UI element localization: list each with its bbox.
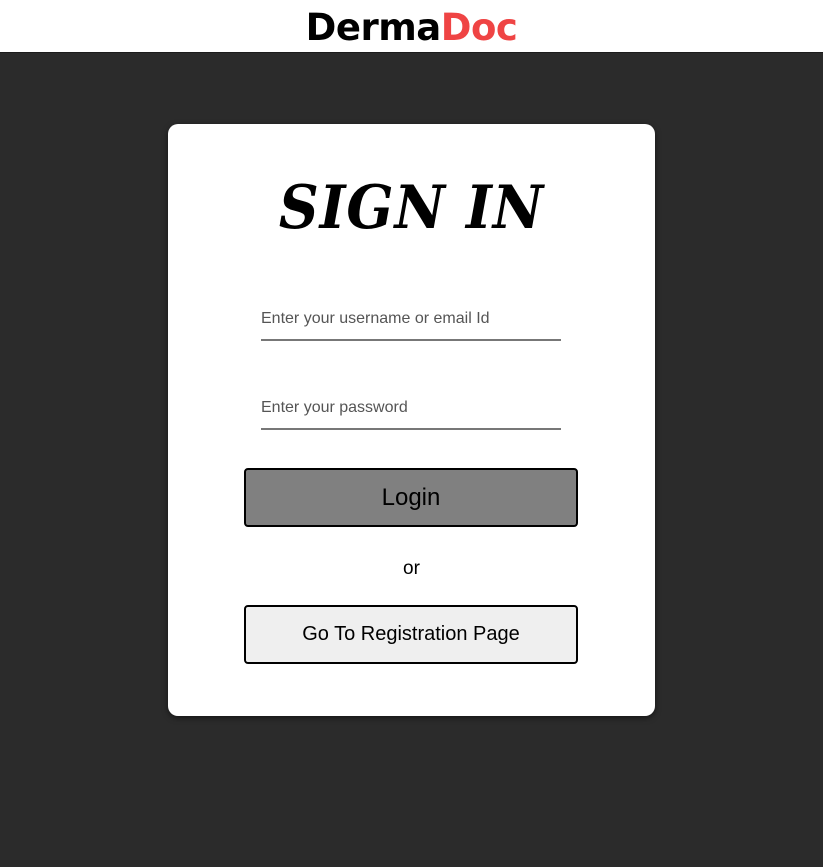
or-separator: or — [403, 558, 420, 579]
brand-name-part1: Derma — [305, 5, 442, 49]
sign-in-card: SIGN IN Login or Go To Registration Page — [168, 124, 655, 716]
username-input[interactable] — [261, 299, 561, 341]
brand-logo[interactable]: DermaDoc — [306, 9, 518, 46]
go-to-registration-button[interactable]: Go To Registration Page — [244, 605, 578, 664]
top-bar: DermaDoc — [0, 0, 823, 53]
login-button[interactable]: Login — [244, 468, 578, 527]
page-title: SIGN IN — [278, 173, 545, 243]
password-input[interactable] — [261, 388, 561, 430]
brand-name-part2: Doc — [440, 5, 518, 49]
